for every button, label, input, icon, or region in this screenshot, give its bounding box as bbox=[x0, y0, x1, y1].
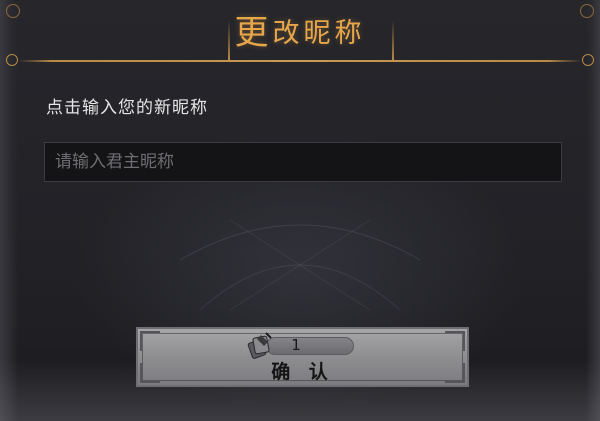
nickname-input[interactable] bbox=[44, 142, 562, 182]
divider-ornament-left bbox=[6, 54, 18, 66]
dialog-header: 更改昵称 bbox=[0, 8, 600, 58]
button-corner bbox=[140, 331, 160, 351]
nickname-prompt: 点击输入您的新昵称 bbox=[46, 98, 208, 118]
header-divider-line bbox=[18, 60, 582, 62]
cost-value: 1 bbox=[291, 336, 301, 354]
rename-dialog: 更改昵称 点击输入您的新昵称 1 确 认 bbox=[0, 0, 600, 421]
button-corner bbox=[445, 331, 465, 351]
confirm-label: 确 认 bbox=[271, 361, 334, 383]
divider-ornament-right bbox=[582, 54, 594, 66]
dialog-title: 更改昵称 bbox=[235, 8, 366, 59]
title-rest: 改昵称 bbox=[272, 18, 366, 49]
cost-pill: 1 bbox=[266, 336, 354, 355]
confirm-button[interactable]: 1 确 认 bbox=[136, 327, 469, 387]
background-ornament bbox=[179, 219, 421, 311]
title-first-char: 更 bbox=[234, 13, 273, 53]
